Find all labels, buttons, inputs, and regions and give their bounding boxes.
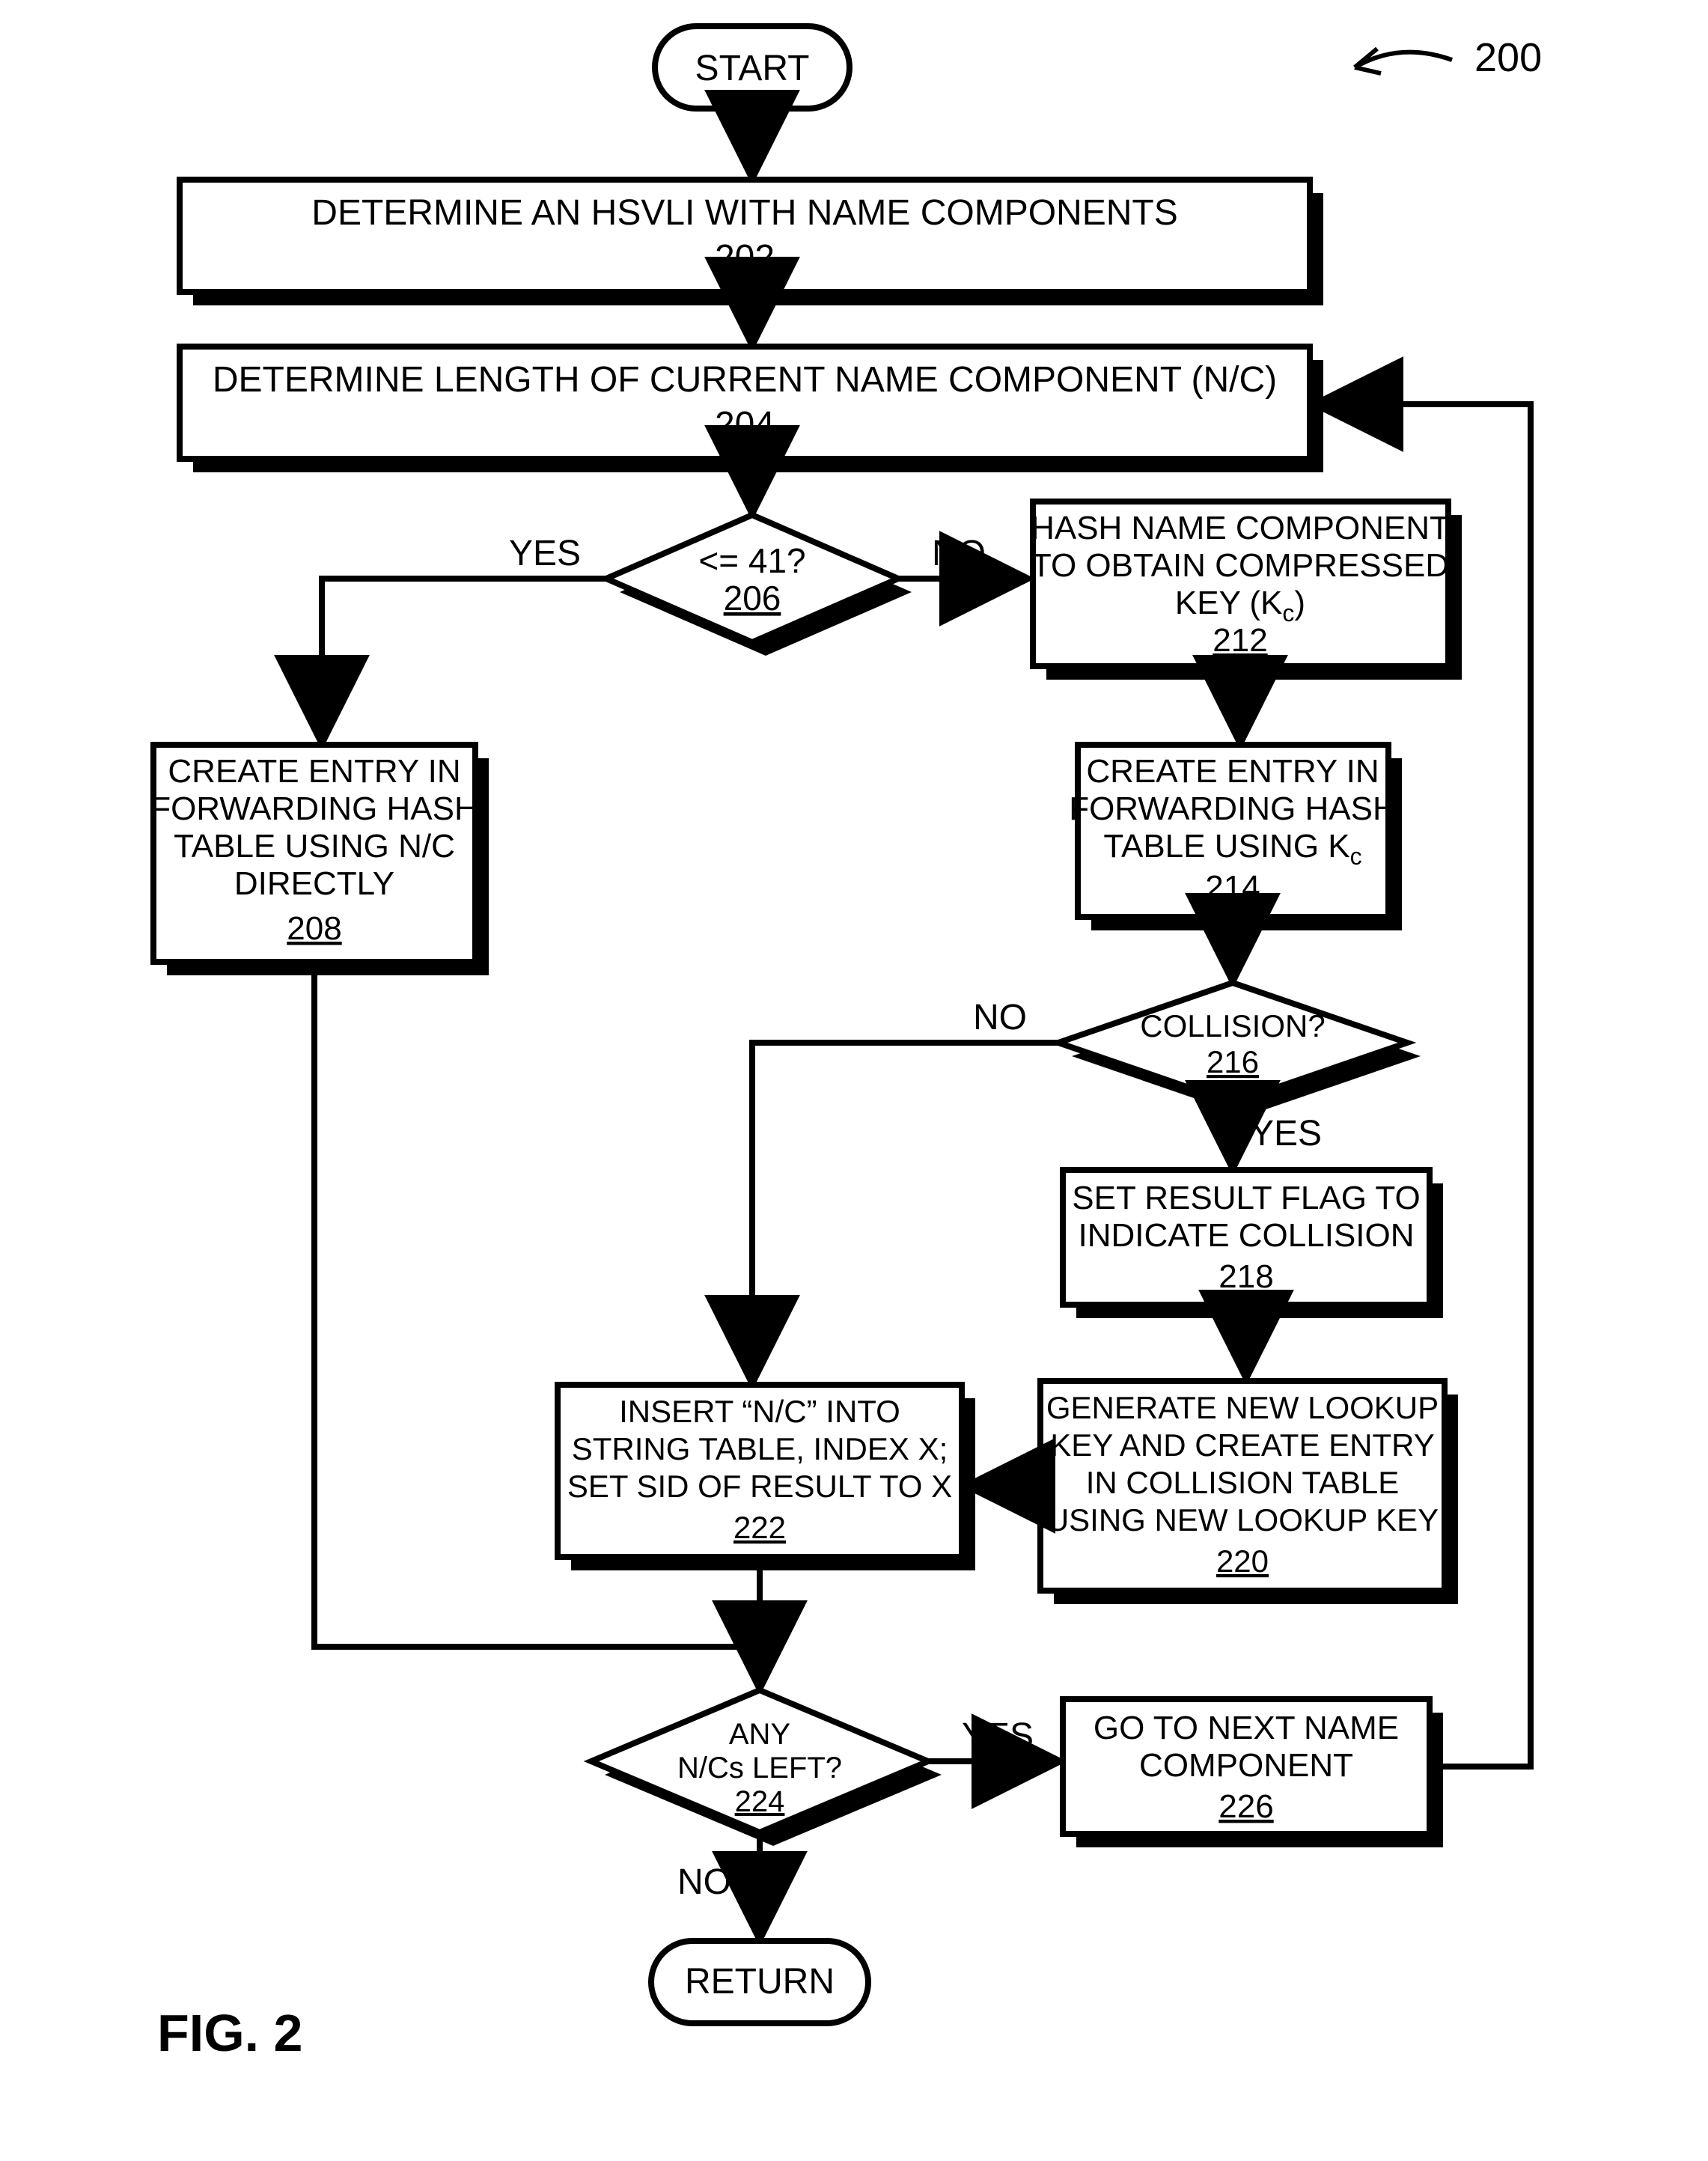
- figure-label: FIG. 2: [157, 2004, 302, 2062]
- svg-text:CREATE ENTRY IN: CREATE ENTRY IN: [1086, 753, 1379, 790]
- svg-text:TABLE USING N/C: TABLE USING N/C: [174, 828, 455, 865]
- svg-text:SET SID OF RESULT TO X: SET SID OF RESULT TO X: [567, 1469, 952, 1504]
- svg-text:214: 214: [1205, 869, 1260, 906]
- svg-text:204: 204: [715, 405, 775, 445]
- label-no: NO: [677, 1862, 731, 1902]
- return-label: RETURN: [685, 1962, 835, 2002]
- node-222: INSERT “N/C” INTO STRING TABLE, INDEX X;…: [558, 1385, 975, 1570]
- svg-text:GENERATE NEW LOOKUP: GENERATE NEW LOOKUP: [1046, 1390, 1439, 1425]
- svg-text:STRING TABLE, INDEX X;: STRING TABLE, INDEX X;: [572, 1431, 948, 1466]
- svg-text:202: 202: [715, 238, 775, 278]
- flowchart-diagram: 200 START DETERMINE AN HSVLI WITH NAME C…: [0, 0, 1708, 2161]
- svg-text:DETERMINE LENGTH OF CURRENT NA: DETERMINE LENGTH OF CURRENT NAME COMPONE…: [213, 360, 1277, 400]
- svg-text:212: 212: [1213, 622, 1267, 659]
- start-node: START: [655, 26, 850, 109]
- svg-text:222: 222: [733, 1510, 786, 1545]
- svg-text:INSERT “N/C” INTO: INSERT “N/C” INTO: [619, 1394, 900, 1429]
- svg-text:DETERMINE AN HSVLI WITH NAME C: DETERMINE AN HSVLI WITH NAME COMPONENTS: [311, 193, 1177, 233]
- svg-text:CREATE ENTRY IN: CREATE ENTRY IN: [168, 753, 460, 790]
- svg-text:224: 224: [735, 1785, 785, 1818]
- svg-text:COLLISION?: COLLISION?: [1140, 1008, 1325, 1043]
- svg-text:220: 220: [1216, 1543, 1269, 1579]
- node-224: ANY N/Cs LEFT? 224: [591, 1690, 942, 1846]
- svg-text:KEY AND CREATE ENTRY: KEY AND CREATE ENTRY: [1050, 1427, 1434, 1463]
- node-226: GO TO NEXT NAME COMPONENT 226: [1063, 1699, 1443, 1847]
- svg-text:N/Cs LEFT?: N/Cs LEFT?: [677, 1752, 842, 1784]
- node-202: DETERMINE AN HSVLI WITH NAME COMPONENTS …: [180, 180, 1323, 305]
- label-no: NO: [973, 998, 1027, 1037]
- figure-ref-number: 200: [1474, 35, 1542, 80]
- svg-text:FORWARDING HASH: FORWARDING HASH: [150, 790, 478, 827]
- return-node: RETURN: [651, 1941, 868, 2023]
- label-yes: YES: [509, 534, 581, 573]
- svg-text:226: 226: [1219, 1788, 1273, 1825]
- node-208: CREATE ENTRY IN FORWARDING HASH TABLE US…: [150, 745, 489, 975]
- svg-text:208: 208: [287, 910, 341, 947]
- svg-text:USING NEW LOOKUP KEY: USING NEW LOOKUP KEY: [1046, 1502, 1439, 1537]
- node-204: DETERMINE LENGTH OF CURRENT NAME COMPONE…: [180, 347, 1323, 472]
- svg-text:218: 218: [1219, 1258, 1273, 1295]
- svg-text:ANY: ANY: [729, 1718, 790, 1751]
- label-yes: YES: [962, 1716, 1034, 1756]
- label-no: NO: [932, 534, 986, 573]
- svg-text:TABLE USING Kc: TABLE USING Kc: [1103, 828, 1361, 870]
- node-218: SET RESULT FLAG TO INDICATE COLLISION 21…: [1063, 1170, 1443, 1318]
- edge-no-216: [752, 1043, 1058, 1381]
- node-206: <= 41? 206: [606, 515, 912, 656]
- start-label: START: [695, 49, 810, 88]
- svg-text:DIRECTLY: DIRECTLY: [234, 865, 394, 902]
- svg-text:COMPONENT: COMPONENT: [1139, 1747, 1353, 1784]
- node-212: HASH NAME COMPONENT TO OBTAIN COMPRESSED…: [1031, 502, 1462, 680]
- svg-text:GO TO NEXT NAME: GO TO NEXT NAME: [1094, 1710, 1399, 1746]
- svg-text:IN COLLISION TABLE: IN COLLISION TABLE: [1086, 1465, 1400, 1500]
- svg-text:TO OBTAIN COMPRESSED: TO OBTAIN COMPRESSED: [1031, 547, 1449, 584]
- label-yes: YES: [1250, 1114, 1322, 1153]
- figure-ref: 200: [1355, 35, 1542, 80]
- svg-text:SET RESULT FLAG TO: SET RESULT FLAG TO: [1072, 1180, 1420, 1216]
- svg-text:206: 206: [724, 579, 781, 618]
- node-214: CREATE ENTRY IN FORWARDING HASH TABLE US…: [1069, 745, 1402, 930]
- svg-text:<= 41?: <= 41?: [698, 541, 805, 580]
- svg-text:INDICATE COLLISION: INDICATE COLLISION: [1078, 1217, 1414, 1254]
- node-216: COLLISION? 216: [1058, 983, 1421, 1116]
- edge-yes-206: [322, 579, 606, 741]
- node-220: GENERATE NEW LOOKUP KEY AND CREATE ENTRY…: [1040, 1381, 1458, 1604]
- svg-text:FORWARDING HASH: FORWARDING HASH: [1069, 790, 1397, 827]
- svg-text:216: 216: [1207, 1044, 1259, 1079]
- svg-text:HASH NAME COMPONENT: HASH NAME COMPONENT: [1031, 510, 1450, 546]
